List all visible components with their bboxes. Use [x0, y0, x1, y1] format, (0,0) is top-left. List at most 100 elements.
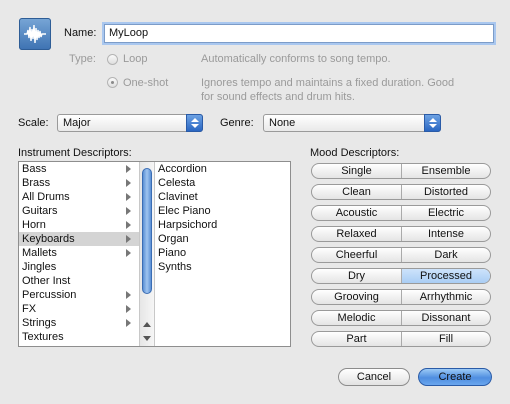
mood-left-button[interactable]: Dry [312, 269, 402, 283]
mood-segmented-control: Dry Processed [311, 268, 491, 284]
mood-right-button[interactable]: Fill [402, 332, 490, 346]
instrument-category-label: Jingles [22, 261, 57, 273]
mood-segmented-control: Melodic Dissonant [311, 310, 491, 326]
disclosure-triangle-icon [126, 319, 131, 327]
instrument-subitem[interactable]: Piano [156, 246, 290, 260]
mood-segmented-control: Cheerful Dark [311, 247, 491, 263]
mood-left-button[interactable]: Cheerful [312, 248, 402, 262]
mood-left-button[interactable]: Relaxed [312, 227, 402, 241]
disclosure-triangle-icon [126, 235, 131, 243]
one-shot-description-line1: Ignores tempo and maintains a fixed dura… [201, 77, 455, 89]
instrument-category-label: Brass [22, 177, 51, 189]
instrument-category-item[interactable]: Guitars [19, 204, 139, 218]
popup-arrows-icon [424, 114, 441, 132]
instrument-scrollbar[interactable] [140, 162, 155, 346]
mood-right-button[interactable]: Dark [402, 248, 490, 262]
mood-segmented-control: Acoustic Electric [311, 205, 491, 221]
mood-right-button[interactable]: Arrhythmic [402, 290, 490, 304]
instrument-subitem[interactable]: Clavinet [156, 190, 290, 204]
mood-segmented-control: Part Fill [311, 331, 491, 347]
disclosure-triangle-icon [126, 207, 131, 215]
mood-left-button[interactable]: Clean [312, 185, 402, 199]
instrument-category-label: Other Inst [22, 275, 71, 287]
mood-right-button[interactable]: Processed [402, 269, 490, 283]
mood-segmented-control: Grooving Arrhythmic [311, 289, 491, 305]
scale-value: Major [63, 117, 91, 129]
instrument-category-item[interactable]: Bass [19, 162, 139, 176]
scale-label: Scale: [18, 117, 49, 129]
instrument-browser: Bass Brass All Drums Guitars Horn Keyboards Ma… [18, 161, 291, 347]
instrument-category-label: Guitars [22, 205, 58, 217]
instrument-category-label: Textures [22, 331, 64, 343]
instrument-category-label: FX [22, 303, 37, 315]
instrument-subitem[interactable]: Elec Piano [156, 204, 290, 218]
instrument-subitem-list: Accordion Celesta Clavinet Elec Piano Harpsi… [156, 162, 290, 274]
mood-segmented-control: Clean Distorted [311, 184, 491, 200]
scroll-down-arrow-icon[interactable] [143, 336, 151, 341]
instrument-category-item[interactable]: Keyboards [19, 232, 139, 246]
scale-select[interactable]: Major [57, 114, 203, 132]
disclosure-triangle-icon [126, 193, 131, 201]
create-button[interactable]: Create [418, 368, 492, 386]
mood-descriptors-label: Mood Descriptors: [310, 147, 400, 159]
popup-arrows-icon [186, 114, 203, 132]
genre-value: None [269, 117, 296, 129]
instrument-subitem[interactable]: Harpsichord [156, 218, 290, 232]
mood-right-button[interactable]: Ensemble [402, 164, 490, 178]
one-shot-description-line2: for sound effects and drum hits. [201, 91, 355, 103]
waveform-icon [19, 18, 51, 50]
one-shot-radio[interactable] [107, 77, 118, 88]
name-label: Name: [64, 27, 97, 39]
instrument-category-label: All Drums [22, 191, 70, 203]
instrument-subitem[interactable]: Accordion [156, 162, 290, 176]
instrument-subitem[interactable]: Celesta [156, 176, 290, 190]
name-field[interactable]: MyLoop [104, 24, 494, 43]
genre-label: Genre: [220, 117, 254, 129]
mood-left-button[interactable]: Grooving [312, 290, 402, 304]
mood-right-button[interactable]: Distorted [402, 185, 490, 199]
instrument-category-label: Percussion [22, 289, 77, 301]
mood-left-button[interactable]: Single [312, 164, 402, 178]
instrument-category-item[interactable]: Brass [19, 176, 139, 190]
loop-radio[interactable] [107, 54, 118, 65]
scroll-up-arrow-icon[interactable] [143, 322, 151, 327]
instrument-category-item[interactable]: Horn [19, 218, 139, 232]
disclosure-triangle-icon [126, 221, 131, 229]
mood-left-button[interactable]: Melodic [312, 311, 402, 325]
cancel-button[interactable]: Cancel [338, 368, 410, 386]
mood-right-button[interactable]: Dissonant [402, 311, 490, 325]
mood-segmented-control: Single Ensemble [311, 163, 491, 179]
instrument-category-item[interactable]: Mallets [19, 246, 139, 260]
disclosure-triangle-icon [126, 179, 131, 187]
loop-description: Automatically conforms to song tempo. [201, 53, 391, 65]
instrument-category-item[interactable]: Strings [19, 316, 139, 330]
instrument-subitem[interactable]: Organ [156, 232, 290, 246]
instrument-subitem[interactable]: Synths [156, 260, 290, 274]
instrument-descriptors-label: Instrument Descriptors: [18, 147, 132, 159]
type-label: Type: [69, 53, 96, 65]
instrument-category-item[interactable]: Other Inst [19, 274, 139, 288]
instrument-category-item[interactable]: Jingles [19, 260, 139, 274]
mood-right-button[interactable]: Intense [402, 227, 490, 241]
mood-right-button[interactable]: Electric [402, 206, 490, 220]
disclosure-triangle-icon [126, 165, 131, 173]
instrument-category-item[interactable]: Textures [19, 330, 139, 344]
one-shot-radio-label: One-shot [123, 77, 169, 89]
instrument-category-label: Keyboards [22, 233, 75, 245]
instrument-category-item[interactable]: Percussion [19, 288, 139, 302]
disclosure-triangle-icon [126, 305, 131, 313]
mood-left-button[interactable]: Part [312, 332, 402, 346]
instrument-category-label: Horn [22, 219, 46, 231]
instrument-category-label: Mallets [22, 247, 57, 259]
instrument-category-list: Bass Brass All Drums Guitars Horn Keyboards Ma… [19, 162, 140, 346]
instrument-category-item[interactable]: All Drums [19, 190, 139, 204]
loop-radio-label: Loop [123, 53, 148, 65]
disclosure-triangle-icon [126, 249, 131, 257]
mood-segmented-control: Relaxed Intense [311, 226, 491, 242]
disclosure-triangle-icon [126, 291, 131, 299]
mood-left-button[interactable]: Acoustic [312, 206, 402, 220]
instrument-category-label: Bass [22, 163, 47, 175]
genre-select[interactable]: None [263, 114, 441, 132]
scrollbar-thumb[interactable] [142, 168, 152, 294]
instrument-category-item[interactable]: FX [19, 302, 139, 316]
